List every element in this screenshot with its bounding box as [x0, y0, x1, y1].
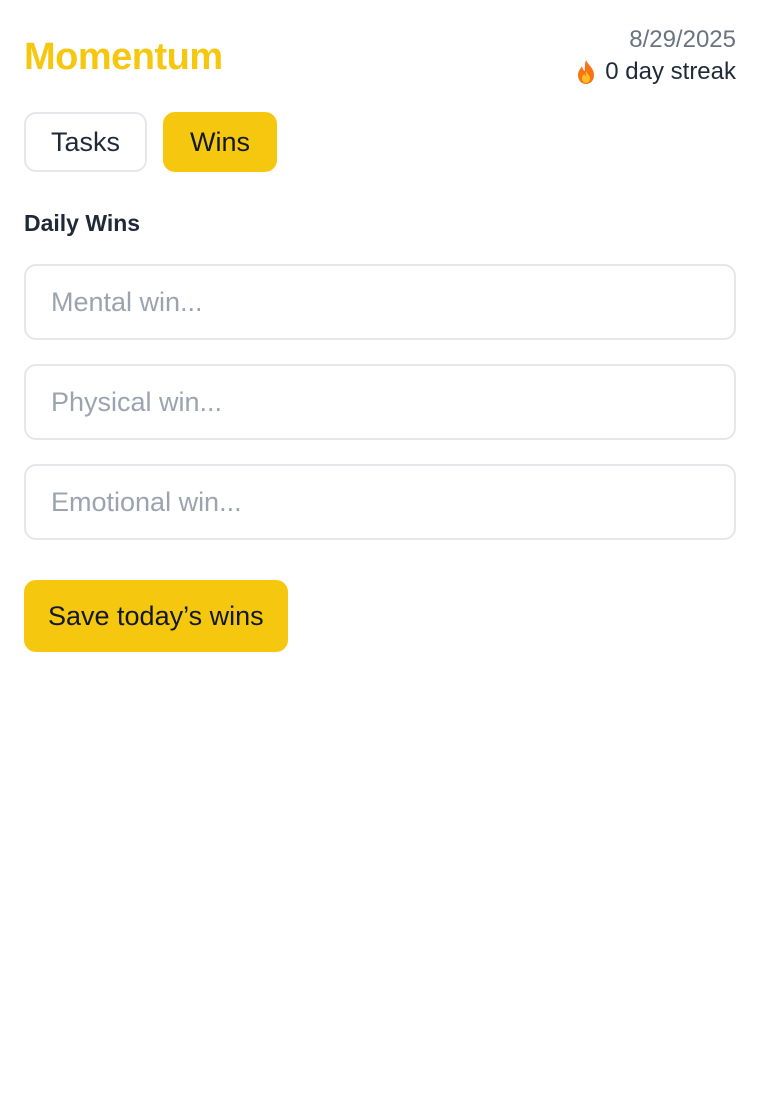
save-wins-button[interactable]: Save today’s wins	[24, 580, 288, 652]
header: Momentum 8/29/2025 0 day streak	[24, 24, 736, 90]
streak-text: 0 day streak	[605, 58, 736, 85]
section-title: Daily Wins	[24, 210, 141, 236]
wins-form	[24, 264, 736, 540]
physical-win-input[interactable]	[24, 364, 736, 440]
header-meta: 8/29/2025 0 day streak	[575, 24, 736, 88]
streak-counter: 0 day streak	[575, 56, 736, 88]
tab-bar: Tasks Wins	[24, 112, 736, 172]
app-title: Momentum	[24, 36, 223, 78]
current-date: 8/29/2025	[629, 26, 736, 53]
mental-win-input[interactable]	[24, 264, 736, 340]
tab-tasks[interactable]: Tasks	[24, 112, 148, 172]
app-container: Momentum 8/29/2025 0 day streak Tasks Wi…	[0, 0, 760, 1120]
tab-wins[interactable]: Wins	[163, 112, 278, 172]
emotional-win-input[interactable]	[24, 464, 736, 540]
fire-icon	[575, 59, 597, 85]
